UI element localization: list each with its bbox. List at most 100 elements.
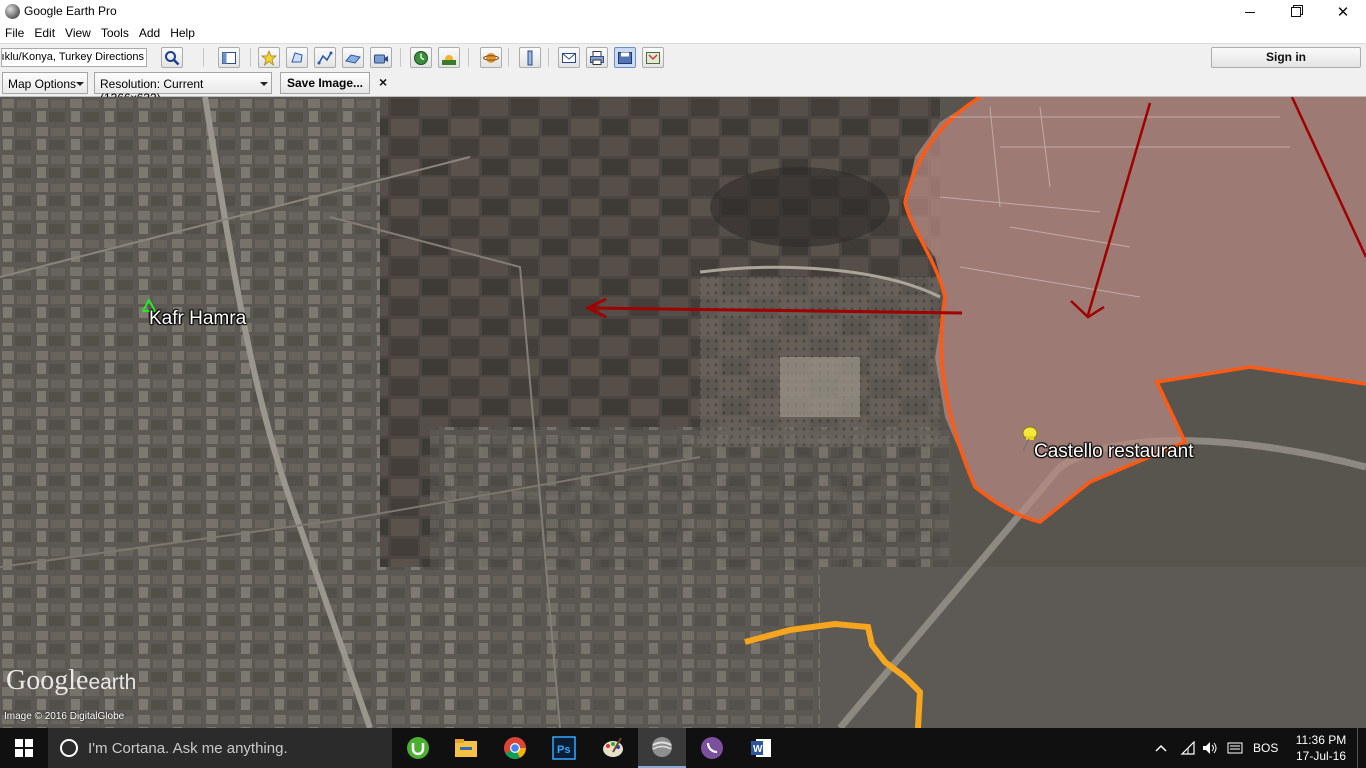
menu-tools[interactable]: Tools [96, 24, 134, 43]
network-button[interactable] [1180, 728, 1196, 768]
close-map-options-button[interactable]: × [379, 74, 387, 90]
toolbar-separator [548, 48, 549, 67]
taskbar: I'm Cortana. Ask me anything. Ps W BOS 1… [0, 728, 1366, 768]
sunlight-button[interactable] [438, 47, 460, 68]
chevron-down-icon [260, 82, 268, 86]
clock-date: 17-Jul-16 [1295, 749, 1347, 763]
cortana-search-box[interactable]: I'm Cortana. Ask me anything. [48, 728, 392, 768]
taskbar-clock[interactable]: 11:36 PM 17-Jul-16 [1290, 732, 1352, 764]
sunlight-icon [442, 54, 456, 65]
menu-view[interactable]: View [60, 24, 96, 43]
google-earth-logo: Googleearth [6, 665, 136, 697]
volume-button[interactable] [1202, 728, 1218, 768]
logo-earth-text: earth [88, 671, 137, 694]
add-polygon-button[interactable] [286, 47, 308, 68]
planets-icon [483, 52, 499, 63]
historical-imagery-icon [414, 50, 428, 65]
map-options-dropdown[interactable]: Map Options [2, 72, 88, 94]
input-language-button[interactable]: BOS [1253, 728, 1278, 768]
place-label-kafr-hamra[interactable]: Kafr Hamra [149, 308, 246, 330]
chevron-down-icon [76, 82, 84, 86]
show-desktop-button[interactable] [1357, 728, 1366, 768]
title-bar: Google Earth Pro ✕ [0, 0, 1366, 24]
close-icon: ✕ [1336, 4, 1350, 21]
save-image-toggle-button[interactable] [614, 47, 636, 68]
minimize-icon [1245, 11, 1255, 13]
maximize-button[interactable] [1273, 0, 1319, 24]
toolbar: ıklu/Konya, Turkey Directions Sign in [0, 43, 1366, 70]
utorrent-icon [407, 737, 429, 759]
minimize-button[interactable] [1227, 0, 1273, 24]
toolbar-separator [508, 48, 509, 67]
menu-file[interactable]: File [0, 24, 29, 43]
sign-in-button[interactable]: Sign in [1211, 47, 1361, 68]
show-hidden-icons-button[interactable] [1155, 728, 1167, 768]
historical-imagery-button[interactable] [410, 47, 432, 68]
sidebar-button[interactable] [218, 47, 240, 68]
add-image-overlay-button[interactable] [342, 47, 364, 68]
place-label-castello-restaurant[interactable]: Castello restaurant [1034, 441, 1193, 463]
satellite-imagery [0, 97, 1366, 728]
polygon-icon [291, 51, 303, 62]
taskbar-word[interactable]: W [737, 728, 785, 768]
map-options-label: Map Options [8, 77, 77, 91]
google-earth-icon [652, 737, 672, 757]
photoshop-icon: Ps [552, 736, 576, 760]
start-button[interactable] [0, 728, 48, 768]
taskbar-utorrent[interactable] [394, 728, 442, 768]
resolution-dropdown[interactable]: Resolution: Current (1366x632) [94, 72, 272, 105]
save-image-button[interactable]: Save Image... [280, 72, 370, 94]
path-icon [317, 51, 333, 64]
view-in-maps-icon [646, 51, 660, 64]
save-image-icon [618, 51, 632, 64]
paint-icon [603, 737, 623, 757]
record-tour-button[interactable] [370, 47, 392, 68]
imagery-credit: Image © 2016 DigitalGlobe [4, 711, 125, 722]
search-button[interactable] [161, 47, 183, 68]
chevron-up-icon [1155, 744, 1167, 752]
window-title: Google Earth Pro [24, 4, 117, 18]
menu-edit[interactable]: Edit [29, 24, 60, 43]
menu-bar: File Edit View Tools Add Help [0, 24, 1366, 43]
placemark-icon [261, 49, 277, 66]
menu-add[interactable]: Add [134, 24, 165, 43]
svg-text:W: W [753, 744, 763, 755]
search-input[interactable]: ıklu/Konya, Turkey Directions [1, 48, 147, 67]
windows-icon [15, 739, 33, 757]
svg-text:Ps: Ps [557, 744, 570, 756]
file-explorer-icon [455, 739, 477, 757]
overlay-icon [345, 53, 361, 64]
google-earth-app-icon [5, 4, 20, 19]
toolbar-separator [203, 48, 204, 67]
record-tour-icon [374, 54, 388, 63]
ruler-icon [527, 50, 533, 65]
email-button[interactable] [558, 47, 580, 68]
restore-icon [1291, 7, 1301, 17]
toolbar-separator [468, 48, 469, 67]
word-icon: W [751, 739, 771, 757]
print-button[interactable] [586, 47, 608, 68]
cortana-placeholder: I'm Cortana. Ask me anything. [88, 740, 288, 757]
taskbar-file-explorer[interactable] [442, 728, 490, 768]
email-icon [562, 52, 576, 63]
keyboard-icon [1227, 742, 1243, 754]
print-icon [590, 50, 604, 65]
taskbar-viber[interactable] [688, 728, 736, 768]
taskbar-paint[interactable] [589, 728, 637, 768]
menu-help[interactable]: Help [165, 24, 200, 43]
taskbar-google-earth[interactable] [638, 728, 686, 768]
view-in-maps-button[interactable] [642, 47, 664, 68]
map-view[interactable]: Kafr Hamra Castello restaurant Googleear… [0, 97, 1366, 728]
add-path-button[interactable] [314, 47, 336, 68]
search-icon [165, 50, 180, 65]
action-center-button[interactable] [1227, 728, 1243, 768]
add-placemark-button[interactable] [258, 47, 280, 68]
clock-time: 11:36 PM [1295, 733, 1347, 747]
map-options-bar: Map Options Resolution: Current (1366x63… [0, 70, 1366, 105]
taskbar-chrome[interactable] [491, 728, 539, 768]
ruler-button[interactable] [519, 47, 541, 68]
viber-icon [701, 737, 723, 759]
close-button[interactable]: ✕ [1320, 0, 1366, 24]
planets-button[interactable] [480, 47, 502, 68]
taskbar-photoshop[interactable]: Ps [540, 728, 588, 768]
